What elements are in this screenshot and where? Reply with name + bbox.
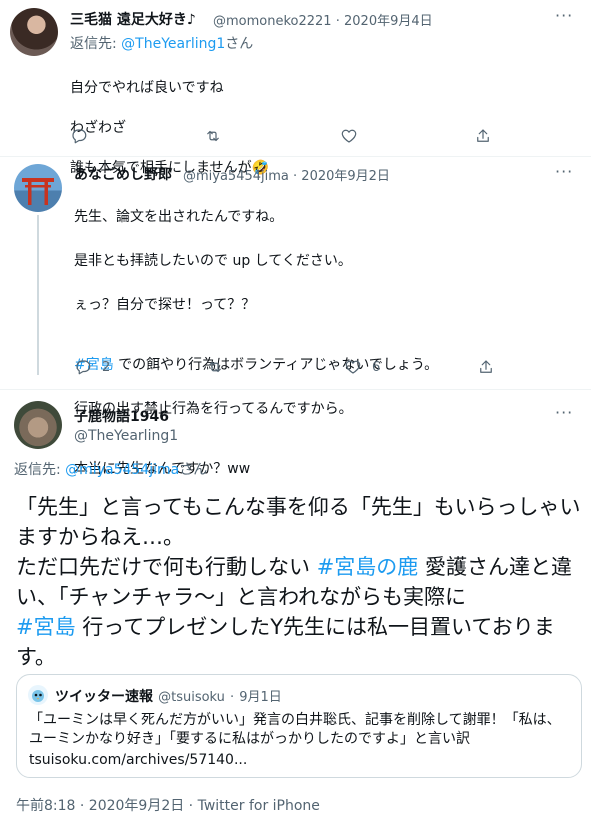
display-name[interactable]: あなごめし野郎 [74,164,172,184]
divider [0,156,591,157]
more-icon[interactable]: ··· [555,162,573,181]
handle[interactable]: @TheYearling1 [74,428,178,444]
reply-button[interactable] [70,127,88,145]
reply-icon [72,129,87,144]
tweet-meta: @miya5454jima · 2020年9月2日 [183,165,390,184]
tweet-timestamp[interactable]: 午前8:18 · 2020年9月2日 · Twitter for iPhone [16,795,320,815]
tweet-text-rest: での餌やり行為はボランティアじゃないでしょう。 [113,357,439,373]
tweet-line: #宮島 での餌やり行為はボランティアじゃないでしょう。 [74,355,438,375]
reply-button[interactable]: 2 [74,358,110,376]
handle[interactable]: @miya5454jima [183,169,289,184]
tweet-date[interactable]: 2020年9月2日 [301,169,390,184]
tweet-text-part: 行ってプレゼンしたY先生には私一目置いております。 [16,615,555,669]
torii-icon [22,178,54,205]
share-button[interactable] [474,127,492,145]
tweet-line: 自分でやれば良いですね [70,80,224,96]
separator: · [293,169,298,184]
tweet-text: 先生、論文を出されたんですね。 是非とも拝読したいので up してください。 ぇ… [74,187,438,499]
quoted-header: ツイッター速報 @tsuisoku · 9月1日 [55,686,282,706]
like-button[interactable] [340,127,358,145]
avatar[interactable] [10,8,58,56]
retweet-icon [207,130,219,142]
display-name[interactable]: 子鹿物語1946 [74,406,169,426]
handle[interactable]: @momoneko2221 [213,14,332,29]
reply-icon [76,360,91,375]
reply-to-link[interactable]: @TheYearling1 [121,36,225,52]
share-button[interactable] [477,358,495,376]
reply-to-link[interactable]: @miya5454jima [65,462,179,478]
tweet-line: 先生、論文を出されたんですね。 [74,209,284,225]
quoted-url: tsuisoku.com/archives/57140... [29,752,248,768]
share-icon [477,129,489,142]
quoted-text: 「ユーミンは早く死んだ方がいい」発言の白井聡氏、記事を削除して謝罪！「私は、ユー… [29,712,561,747]
heart-icon [345,360,361,374]
tweet-line: ぇっ？自分で探せ！って？？ [74,297,256,313]
reply-prefix: 返信先: [14,462,66,478]
hashtag-link[interactable]: #宮島の鹿 [317,555,419,579]
heart-icon [341,129,357,143]
more-icon[interactable]: ··· [555,6,573,25]
quoted-avatar [28,685,48,705]
reply-context: 返信先: @miya5454jimaさん [14,459,207,479]
reply-context: 返信先: @TheYearling1さん [70,33,253,53]
retweet-button[interactable] [204,127,222,145]
quoted-tweet-card[interactable]: ツイッター速報 @tsuisoku · 9月1日 「ユーミンは早く死んだ方がいい… [16,674,582,778]
like-button[interactable]: 6 [344,358,380,376]
reply-suffix: さん [225,36,254,52]
separator: · [230,690,235,705]
more-icon[interactable]: ··· [555,403,573,422]
retweet-icon [209,361,221,373]
separator: · [335,14,340,29]
tweet-line: 是非とも拝読したいので up してください。 [74,253,352,269]
quoted-date: 9月1日 [239,690,282,705]
tweet-date[interactable]: 2020年9月4日 [344,14,433,29]
main-tweet-text: 「先生」と言ってもこんな事を仰る「先生」もいらっしゃいますからねえ…。 ただ口先… [16,492,582,672]
tweet-line: わざわざ [70,120,126,136]
thread-line [37,215,39,375]
reply-count: 2 [102,359,111,375]
avatar[interactable] [14,401,62,449]
display-name[interactable]: 三毛猫 遠足大好き♪ [70,9,196,29]
tweet-meta: @momoneko2221 · 2020年9月4日 [213,10,433,29]
retweet-button[interactable] [206,358,224,376]
quoted-handle: @tsuisoku [158,690,225,705]
bird-icon [32,690,44,702]
reply-suffix: さん [179,462,208,478]
quoted-display-name: ツイッター速報 [55,689,153,705]
divider [0,389,591,390]
like-count: 6 [372,359,381,375]
hashtag-link[interactable]: #宮島 [16,615,76,639]
share-icon [480,360,492,373]
reply-prefix: 返信先: [70,36,122,52]
avatar[interactable] [14,164,62,212]
